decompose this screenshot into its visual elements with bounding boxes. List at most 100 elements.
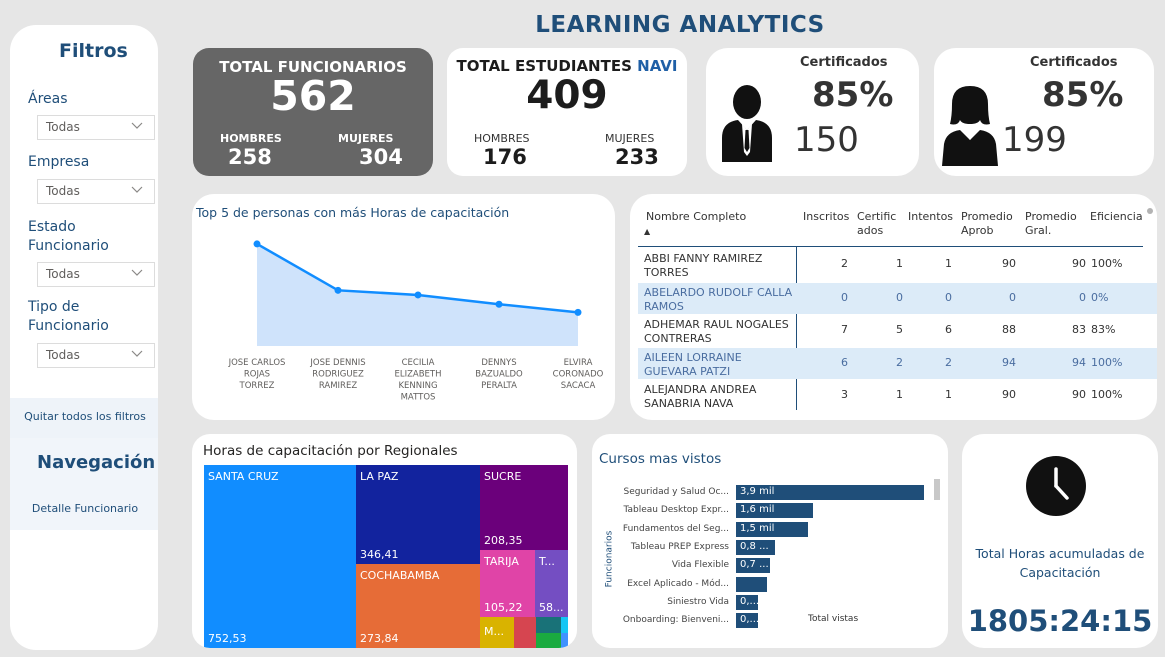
col-header-inscritos[interactable]: Inscritos [803,210,849,223]
treemap-label: COCHABAMBA [360,569,440,582]
cursos-chart-card: Cursos mas vistos Funcionarios Seguridad… [592,434,948,648]
treemap-cell-t[interactable]: T... 58... [535,550,568,617]
cert-men-percent: 85% [812,75,894,115]
filter-dropdown-estado[interactable]: Todas [37,262,155,287]
treemap-label: SANTA CRUZ [208,470,279,483]
kpi-certificados-mujeres: Certificados 85% 199 [934,48,1154,176]
table-scrollbar[interactable] [1147,208,1153,214]
col-header-promedio-gral[interactable]: Promedio Gral. [1025,210,1077,238]
treemap-cell-m[interactable]: M... [480,617,514,648]
bar-data-label: 0,... [740,595,760,607]
row-intentos: 1 [945,388,952,401]
top5-chart-card: Top 5 de personas con más Horas de capac… [192,194,615,420]
chevron-down-icon [131,122,143,129]
row-inscritos: 2 [841,257,848,270]
bar-category-label: Excel Aplicado - Mód... [627,578,729,589]
row-name-first: ALEJANDRA ANDREA [644,383,757,396]
table-row[interactable]: ABELARDO RUDOLF CALLA RAMOS 0 0 0 0 0 0% [638,283,1157,314]
bar-category-label: Siniestro Vida [667,596,729,607]
top5-point[interactable] [574,308,582,316]
bar-category-label: Onboarding: Bienveni... [622,615,729,626]
treemap-cell-tarija[interactable]: TARIJA 105,22 [480,550,535,617]
treemap-cell-cochabamba[interactable]: COCHABAMBA 273,84 [356,564,480,648]
bar[interactable] [736,576,768,592]
col-header-eficiencia[interactable]: Eficiencia [1090,210,1143,223]
col-header-nombre[interactable]: Nombre Completo [646,210,746,223]
table-row[interactable]: ALEJANDRA ANDREA SANABRIA NAVA 3 1 1 90 9… [638,380,1157,411]
nav-item-detalle-funcionario[interactable]: Detalle Funcionario [10,502,160,515]
treemap-cell-santa-cruz[interactable]: SANTA CRUZ 752,53 [204,465,356,648]
clear-filters-button[interactable]: Quitar todos los filtros [10,398,158,438]
col-header-intentos[interactable]: Intentos [908,210,953,223]
treemap-cell-sucre[interactable]: SUCRE 208,35 [480,465,568,550]
bar-category-label: Tableau PREP Express [630,541,729,552]
treemap-cell[interactable] [561,633,568,648]
filter-label-empresa: Empresa [28,154,90,170]
row-prom-gral: 83 [1072,323,1086,336]
filter-dropdown-tipo[interactable]: Todas [37,343,155,368]
row-inscritos: 0 [841,291,848,304]
top5-tick-label: DENNYS BAZUALDO PERALTA [475,358,523,391]
table-row[interactable]: AILEEN LORRAINE GUEVARA PATZI 6 2 2 94 94… [638,348,1157,379]
row-eficiencia: 100% [1091,257,1123,270]
kpi-estudiantes-women-value: 233 [615,145,659,169]
col-header-promedio-aprob[interactable]: Promedio Aprob [961,210,1019,238]
total-horas-value: 1805:24:15 [967,604,1153,638]
treemap-value: 58... [539,601,564,614]
treemap-cell[interactable] [561,617,568,633]
filter-value-tipo: Todas [46,348,80,362]
treemap-label: LA PAZ [360,470,399,483]
bar-data-label: 3,9 mil [740,486,775,497]
cert-women-title: Certificados [1030,55,1118,70]
bar-data-label: 0,7 ... [740,559,769,571]
kpi-estudiantes-women-label: MUJERES [605,132,655,145]
row-eficiencia: 100% [1091,356,1123,369]
chevron-down-icon [131,350,143,357]
clock-icon [1026,456,1086,516]
bar-data-label: 0,... [740,614,760,626]
cursos-x-axis-label: Total vistas [808,614,859,624]
table-row[interactable]: ADHEMAR RAUL NOGALES CONTRERAS 7 5 6 88 8… [638,315,1157,346]
filters-sidebar: Filtros Áreas Todas Empresa Todas Estado… [10,25,158,650]
treemap-label: TARIJA [484,555,519,568]
table-header: Nombre Completo ▲ Inscritos Certific ado… [630,194,1157,246]
row-intentos: 2 [945,356,952,369]
table-row[interactable]: ABBI FANNY RAMIREZ TORRES 2 1 1 90 90 100… [638,249,1157,280]
treemap-cell-la-paz[interactable]: LA PAZ 346,41 [356,465,480,564]
row-name-first: ABELARDO RUDOLF CALLA [644,286,793,299]
top5-point[interactable] [253,240,261,248]
row-prom-gral: 94 [1072,356,1086,369]
treemap-label: M... [484,625,504,638]
row-prom-aprob: 0 [1009,291,1016,304]
total-horas-title: Total Horas acumuladas de Capacitación [975,546,1145,580]
row-intentos: 0 [945,291,952,304]
treemap-value: 752,53 [208,632,247,645]
top5-point[interactable] [334,286,342,294]
navigation-title: Navegación [37,452,156,473]
top5-point[interactable] [495,300,503,308]
treemap-cell[interactable] [514,617,536,648]
kpi-total-estudiantes: TOTAL ESTUDIANTES NAVI 409 HOMBRES MUJER… [447,48,687,176]
row-inscritos: 3 [841,388,848,401]
cursos-chart-title: Cursos mas vistos [599,451,722,467]
filter-dropdown-areas[interactable]: Todas [37,115,155,140]
bar-data-label: 0,8 ... [740,540,769,552]
cert-men-title: Certificados [800,55,888,70]
treemap-cell[interactable] [536,633,561,648]
row-eficiencia: 100% [1091,388,1123,401]
top5-point[interactable] [414,291,422,299]
funcionarios-table-card: Nombre Completo ▲ Inscritos Certific ado… [630,194,1157,420]
male-person-icon [722,85,772,162]
cursos-scrollbar[interactable] [934,479,940,500]
bar-data-label: 1,6 mil [740,504,775,516]
cursos-bar-chart: Seguridad y Salud Oc... 3,9 mil Tableau De… [592,485,948,635]
treemap-value: 208,35 [484,534,523,547]
row-name-last: RAMOS [644,300,684,313]
bar-category-label: Vida Flexible [671,560,729,571]
col-header-certificados[interactable]: Certific ados [857,210,899,238]
filter-dropdown-empresa[interactable]: Todas [37,179,155,204]
treemap-cell[interactable] [536,617,561,633]
row-prom-aprob: 90 [1002,257,1016,270]
cert-men-count: 150 [794,120,859,160]
kpi-total-estudiantes-value: 409 [526,73,608,118]
